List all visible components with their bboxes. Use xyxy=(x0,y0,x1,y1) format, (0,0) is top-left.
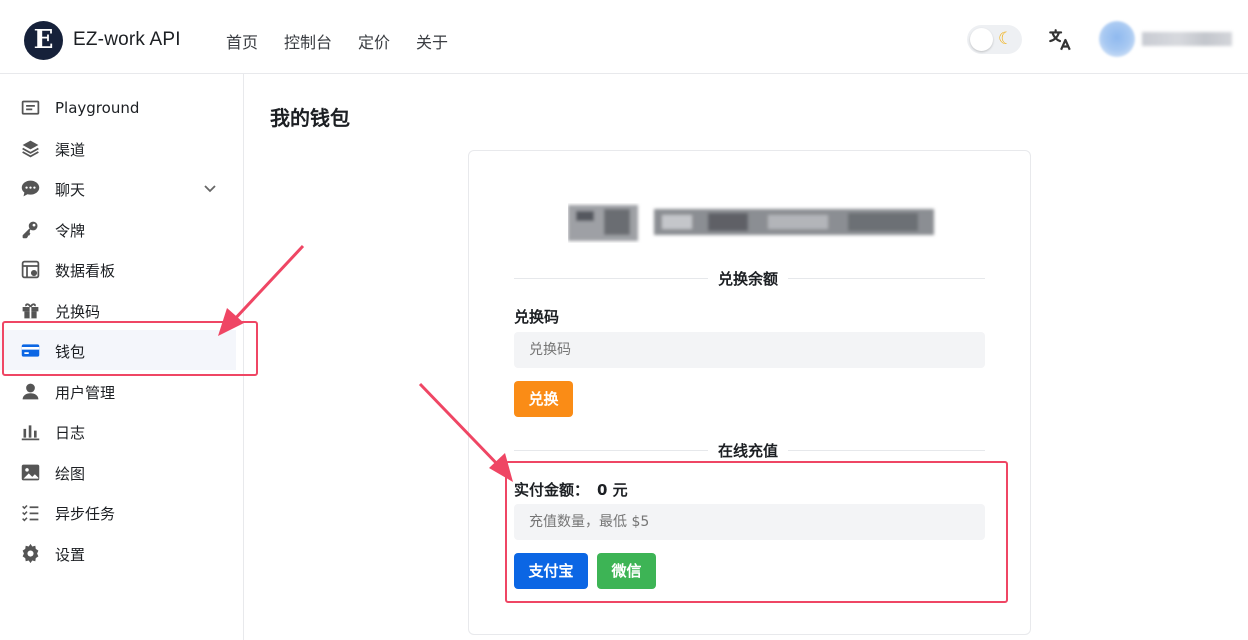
task-list-icon xyxy=(22,504,39,522)
username-blurred[interactable] xyxy=(1142,32,1232,46)
sidebar-item-async-tasks[interactable]: 异步任务 xyxy=(0,492,236,532)
sidebar-item-channels[interactable]: 渠道 xyxy=(0,128,236,168)
redeem-code-input[interactable] xyxy=(514,332,985,368)
sidebar-item-label: 数据看板 xyxy=(55,262,116,280)
nav-console[interactable]: 控制台 xyxy=(284,29,332,53)
translate-icon[interactable] xyxy=(1047,27,1073,53)
top-nav: 首页 控制台 定价 关于 xyxy=(226,29,448,53)
nav-pricing[interactable]: 定价 xyxy=(358,29,390,53)
sidebar-item-dashboard[interactable]: 数据看板 xyxy=(0,249,236,289)
sidebar-item-label: 异步任务 xyxy=(55,505,116,523)
user-icon xyxy=(22,383,39,400)
chat-bubble-icon xyxy=(21,180,40,197)
sidebar-item-label: 绘图 xyxy=(55,465,86,483)
sidebar-item-chat[interactable]: 聊天 xyxy=(0,168,236,208)
moon-icon: ☾ xyxy=(998,29,1014,49)
annotation-box-wallet xyxy=(2,321,258,376)
section-title-redeem: 兑换余额 xyxy=(708,268,789,289)
avatar[interactable] xyxy=(1099,21,1135,57)
chevron-down-icon[interactable] xyxy=(202,180,218,196)
logo[interactable]: E xyxy=(24,21,63,60)
sidebar-item-tokens[interactable]: 令牌 xyxy=(0,209,236,249)
sidebar-item-drawing[interactable]: 绘图 xyxy=(0,452,236,492)
key-icon xyxy=(22,221,38,239)
dashboard-icon xyxy=(21,260,40,279)
theme-toggle[interactable]: ☾ xyxy=(967,25,1022,54)
image-icon xyxy=(21,464,40,481)
redeem-button[interactable]: 兑换 xyxy=(514,381,573,417)
sidebar-item-label: 令牌 xyxy=(55,222,86,240)
nav-about[interactable]: 关于 xyxy=(416,29,448,53)
redeem-code-label: 兑换码 xyxy=(514,308,560,326)
annotation-box-topup xyxy=(505,461,1008,603)
sidebar-item-label: 聊天 xyxy=(55,181,86,199)
layers-icon xyxy=(22,140,39,158)
top-header: E EZ-work API 首页 控制台 定价 关于 ☾ xyxy=(0,0,1248,74)
toggle-knob xyxy=(970,28,993,51)
sidebar-item-settings[interactable]: 设置 xyxy=(0,533,236,573)
sidebar-item-label: 渠道 xyxy=(55,141,86,159)
section-title-topup: 在线充值 xyxy=(708,440,789,461)
sidebar-item-logs[interactable]: 日志 xyxy=(0,411,236,451)
sidebar-item-label: 用户管理 xyxy=(55,384,116,402)
sidebar-item-label: 兑换码 xyxy=(55,303,101,321)
chat-box-icon xyxy=(21,100,40,115)
sidebar-item-playground[interactable]: Playground xyxy=(0,88,236,128)
sidebar-item-label: 日志 xyxy=(55,424,86,442)
bar-chart-icon xyxy=(21,425,40,441)
gift-icon xyxy=(22,303,39,319)
balance-blurred xyxy=(568,205,934,241)
sidebar-item-label: 设置 xyxy=(55,546,86,564)
sidebar-item-label: Playground xyxy=(55,99,140,117)
sidebar-item-users[interactable]: 用户管理 xyxy=(0,371,236,411)
brand-name[interactable]: EZ-work API xyxy=(73,29,181,51)
page-title: 我的钱包 xyxy=(270,106,350,130)
gear-icon xyxy=(22,543,39,564)
nav-home[interactable]: 首页 xyxy=(226,29,258,53)
